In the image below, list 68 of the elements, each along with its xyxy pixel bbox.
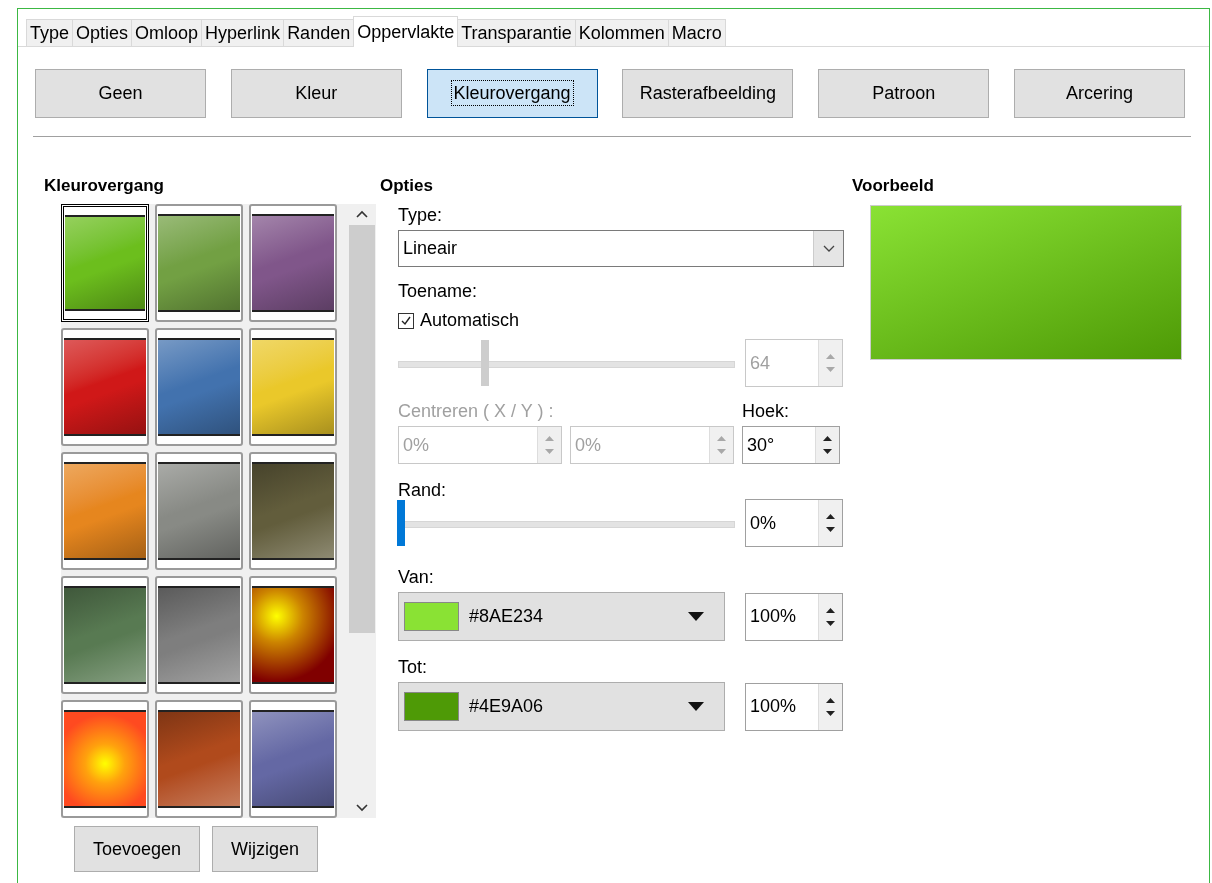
fill-type-button[interactable]: Rasterafbeelding	[622, 69, 794, 118]
field-label: Rand:	[398, 480, 447, 501]
gradient-swatch[interactable]	[249, 700, 337, 818]
tab[interactable]: Randen	[283, 19, 355, 46]
type-dropdown[interactable]: Lineair	[398, 230, 844, 267]
gradient-swatch[interactable]	[155, 452, 243, 570]
gradient-swatch[interactable]	[61, 700, 149, 818]
spin-up-icon[interactable]	[825, 512, 836, 521]
tab[interactable]: Opties	[72, 19, 133, 46]
gradient-swatch[interactable]	[61, 576, 149, 694]
chevron-up-icon[interactable]	[355, 210, 368, 219]
gradient-swatch[interactable]	[249, 328, 337, 446]
tab[interactable]: Omloop	[131, 19, 203, 46]
section-heading: Kleurovergang	[44, 176, 164, 196]
gradient-swatch[interactable]	[61, 328, 149, 446]
action-button[interactable]: Toevoegen	[74, 826, 201, 872]
slider-track[interactable]	[398, 499, 735, 547]
spin-down-icon[interactable]	[825, 708, 836, 718]
gradient-swatch[interactable]	[61, 204, 149, 322]
tab[interactable]: Oppervlakte	[353, 16, 459, 47]
field-label: Centreren ( X / Y ) :	[398, 401, 555, 422]
field-label: Type:	[398, 205, 443, 226]
color-dropdown[interactable]: #4E9A06	[398, 682, 725, 731]
fill-type-button[interactable]: Kleur	[230, 69, 402, 118]
gradient-swatch[interactable]	[155, 700, 243, 818]
dropdown-arrow-icon[interactable]	[688, 612, 704, 621]
chevron-down-icon[interactable]	[355, 803, 368, 812]
section-heading: Opties	[380, 176, 433, 196]
field-label: Tot:	[398, 657, 427, 678]
tab[interactable]: Macro	[667, 19, 726, 46]
gradient-swatch[interactable]	[155, 328, 243, 446]
tab[interactable]: Transparantie	[457, 19, 576, 46]
gradient-swatch[interactable]	[155, 204, 243, 322]
dropdown-arrow-icon[interactable]	[688, 702, 704, 711]
gradient-swatch[interactable]	[249, 204, 337, 322]
scrollbar-thumb[interactable]	[348, 225, 375, 633]
fill-type-button[interactable]: Geen	[35, 69, 206, 118]
field-label: Toename:	[398, 281, 478, 302]
gradient-swatch[interactable]	[249, 452, 337, 570]
spin-field[interactable]: 100%	[745, 682, 843, 731]
tab[interactable]: Hyperlink	[201, 19, 285, 46]
chevron-down-icon[interactable]	[822, 244, 835, 253]
slider-thumb[interactable]	[397, 500, 405, 546]
slider-track[interactable]	[398, 339, 735, 387]
spin-down-icon[interactable]	[822, 447, 833, 456]
spin-field[interactable]: 100%	[745, 592, 843, 641]
section-heading: Voorbeeld	[852, 176, 934, 196]
gradient-swatch[interactable]	[61, 452, 149, 570]
checkbox[interactable]	[398, 312, 414, 329]
checkbox-label[interactable]: Automatisch	[420, 310, 520, 331]
fill-type-button[interactable]: Arcering	[1014, 69, 1185, 118]
spin-up-icon[interactable]	[825, 695, 836, 705]
spin-up-icon[interactable]	[825, 605, 836, 615]
field-label: Hoek:	[742, 401, 791, 422]
fill-type-button[interactable]: Kleurovergang	[426, 69, 598, 118]
tab[interactable]: Type	[26, 19, 74, 46]
action-button[interactable]: Wijzigen	[212, 826, 319, 872]
spin-field[interactable]: 0%	[745, 499, 843, 547]
spin-down-icon[interactable]	[825, 525, 836, 534]
fill-type-button[interactable]: Patroon	[818, 69, 990, 118]
color-dropdown[interactable]: #8AE234	[398, 592, 725, 641]
spin-up-icon[interactable]	[822, 434, 833, 443]
tab[interactable]: Kolommen	[574, 19, 669, 46]
spin-down-icon[interactable]	[825, 618, 836, 628]
field-label: Van:	[398, 567, 434, 588]
gradient-swatch[interactable]	[155, 576, 243, 694]
gradient-swatch[interactable]	[249, 576, 337, 694]
spin-field[interactable]: 30°	[742, 426, 840, 464]
